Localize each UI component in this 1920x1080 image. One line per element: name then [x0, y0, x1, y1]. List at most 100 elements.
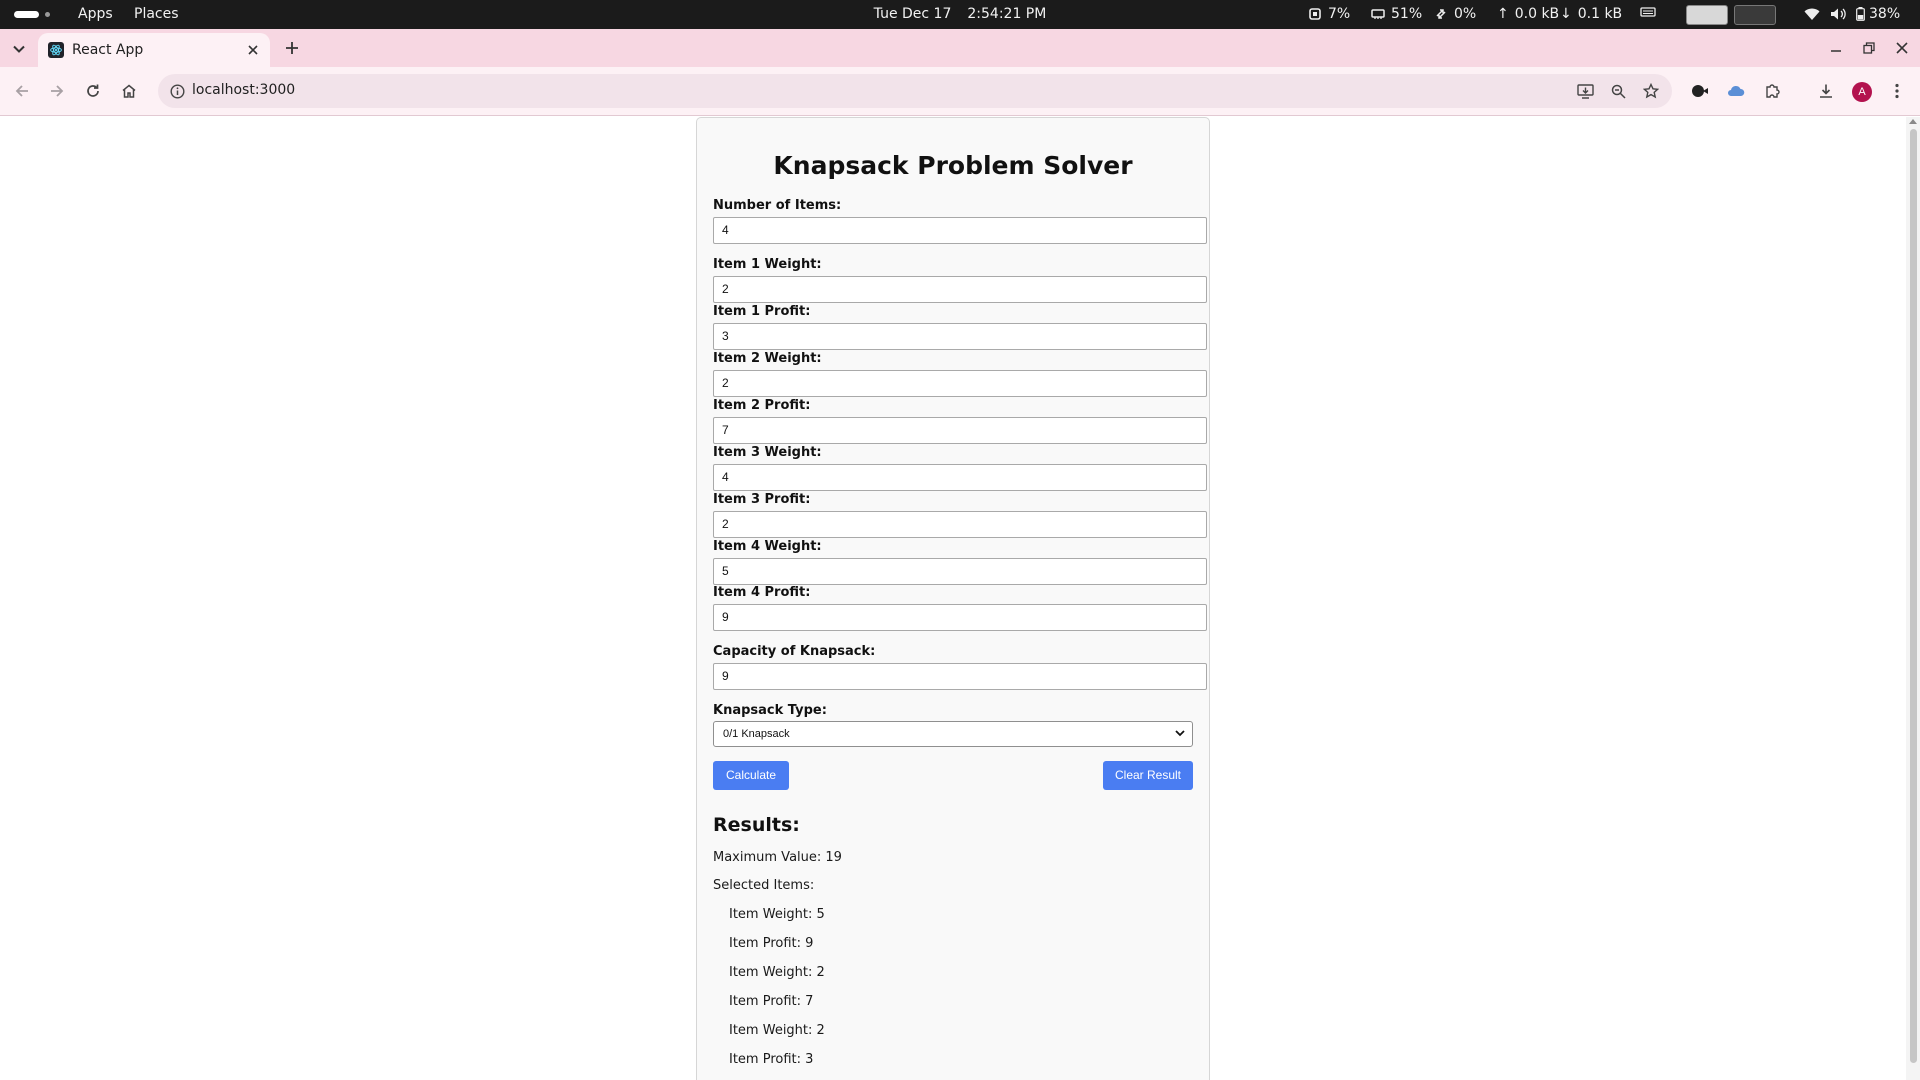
net-up-value: 0.0 kB — [1514, 6, 1560, 22]
page-scrollbar[interactable] — [1906, 117, 1920, 1080]
zoom-icon — [1611, 84, 1626, 99]
item-2-profit-input[interactable]: 7 — [713, 417, 1207, 444]
item-1-weight-label: Item 1 Weight: — [713, 257, 822, 272]
system-top-bar: Apps Places Tue Dec 17 2:54:21 PM 7% 51% … — [0, 0, 1920, 29]
clock-time: 2:54:21 PM — [967, 6, 1047, 22]
close-icon — [248, 45, 258, 55]
item-1-profit-label: Item 1 Profit: — [713, 304, 811, 319]
scrollbar-thumb[interactable] — [1910, 129, 1917, 1063]
net-down-indicator[interactable]: ↓ 0.1 kB — [1560, 6, 1622, 22]
net-up-indicator[interactable]: ↑ 0.0 kB — [1497, 6, 1559, 22]
item-1-profit-input[interactable]: 3 — [713, 323, 1207, 350]
memory-value: 51% — [1391, 6, 1423, 22]
react-favicon-icon — [48, 42, 64, 58]
chevron-down-icon — [1175, 730, 1185, 737]
star-icon — [1643, 83, 1659, 99]
minimize-icon — [1831, 50, 1841, 52]
num-items-input[interactable]: 4 — [713, 217, 1207, 244]
forward-button[interactable] — [46, 80, 68, 102]
cpu-value: 7% — [1328, 6, 1351, 22]
item-3-profit-input[interactable]: 2 — [713, 511, 1207, 538]
page-title: Knapsack Problem Solver — [773, 151, 1133, 180]
scroll-up-arrow-icon[interactable] — [1909, 119, 1917, 124]
address-bar[interactable]: localhost:3000 — [158, 74, 1672, 108]
max-value-text: Maximum Value: 19 — [713, 850, 842, 865]
item-2-weight-label: Item 2 Weight: — [713, 351, 822, 366]
item-3-weight-input[interactable]: 4 — [713, 464, 1207, 491]
knapsack-solver-card: Knapsack Problem Solver Number of Items:… — [696, 117, 1210, 1080]
extensions-button[interactable] — [1762, 80, 1784, 102]
tab-search-button[interactable] — [8, 38, 30, 60]
clock-date: Tue Dec 17 — [873, 6, 952, 22]
cpu-indicator[interactable]: 7% — [1308, 6, 1350, 22]
workspace-thumbnail-1[interactable] — [1686, 5, 1728, 25]
results-heading: Results: — [713, 814, 800, 836]
knapsack-type-select[interactable]: 0/1 Knapsack — [713, 721, 1193, 747]
clock[interactable]: Tue Dec 17 2:54:21 PM — [0, 6, 1920, 22]
item-2-profit-label: Item 2 Profit: — [713, 398, 811, 413]
net-down-value: 0.1 kB — [1577, 6, 1623, 22]
volume-icon — [1831, 8, 1846, 20]
memory-icon — [1371, 9, 1385, 19]
new-tab-button[interactable] — [282, 38, 302, 58]
profile-avatar[interactable]: A — [1852, 82, 1872, 102]
item-4-weight-label: Item 4 Weight: — [713, 539, 822, 554]
item-1-weight-input[interactable]: 2 — [713, 276, 1207, 303]
workspace-thumbnail-2[interactable] — [1734, 5, 1776, 25]
selected-item-line: Item Profit: 3 — [729, 1052, 814, 1067]
swap-icon — [1436, 9, 1446, 19]
knapsack-type-selected: 0/1 Knapsack — [723, 728, 790, 740]
tab-close-button[interactable] — [244, 41, 262, 59]
capacity-input[interactable]: 9 — [713, 663, 1207, 690]
minimize-window-button[interactable] — [1827, 39, 1845, 57]
extension-cloud-icon — [1728, 85, 1745, 96]
memory-indicator[interactable]: 51% — [1371, 6, 1422, 22]
bookmark-button[interactable] — [1642, 82, 1660, 100]
close-window-button[interactable] — [1893, 39, 1911, 57]
arrow-up-icon: ↑ — [1497, 6, 1509, 22]
zoom-button[interactable] — [1609, 82, 1627, 100]
reload-button[interactable] — [82, 80, 104, 102]
selected-item-line: Item Weight: 5 — [729, 907, 825, 922]
browser-tab-strip: React App — [0, 29, 1920, 67]
close-icon — [1896, 42, 1908, 54]
swap-indicator[interactable]: 0% — [1434, 6, 1476, 22]
battery-icon — [1856, 7, 1865, 21]
chrome-menu-button[interactable] — [1886, 80, 1908, 102]
arrow-right-icon — [51, 85, 64, 97]
more-vert-icon — [1895, 83, 1899, 99]
plus-icon — [286, 42, 298, 54]
download-icon — [1820, 84, 1832, 98]
selected-item-line: Item Profit: 7 — [729, 994, 814, 1009]
cpu-icon — [1309, 8, 1321, 20]
install-app-button[interactable] — [1576, 82, 1594, 100]
capacity-label: Capacity of Knapsack: — [713, 644, 876, 659]
site-info-button[interactable] — [168, 82, 186, 100]
tab-title: React App — [72, 42, 144, 58]
extension-button-2[interactable] — [1725, 80, 1747, 102]
clear-result-button[interactable]: Clear Result — [1103, 761, 1193, 790]
keyboard-indicator[interactable] — [1640, 6, 1656, 18]
home-button[interactable] — [118, 80, 140, 102]
downloads-button[interactable] — [1815, 80, 1837, 102]
restore-window-button[interactable] — [1860, 39, 1878, 57]
battery-value: 38% — [1869, 6, 1901, 22]
info-icon — [169, 83, 185, 99]
item-4-profit-input[interactable]: 9 — [713, 604, 1207, 631]
selected-items-label: Selected Items: — [713, 878, 815, 893]
page-viewport: Knapsack Problem Solver Number of Items:… — [0, 117, 1906, 1080]
extension-button-1[interactable] — [1689, 80, 1711, 102]
knapsack-type-label: Knapsack Type: — [713, 703, 827, 718]
calculate-button[interactable]: Calculate — [713, 761, 789, 790]
status-menu[interactable]: 38% — [1804, 6, 1900, 22]
back-button[interactable] — [11, 80, 33, 102]
selected-item-line: Item Weight: 2 — [729, 965, 825, 980]
selected-item-line: Item Profit: 9 — [729, 936, 814, 951]
browser-tab-react-app[interactable]: React App — [38, 33, 270, 67]
arrow-left-icon — [15, 85, 28, 97]
reload-icon — [87, 84, 99, 97]
url-text[interactable]: localhost:3000 — [192, 82, 295, 98]
item-2-weight-input[interactable]: 2 — [713, 370, 1207, 397]
item-4-weight-input[interactable]: 5 — [713, 558, 1207, 585]
extension-record-icon — [1692, 85, 1708, 97]
